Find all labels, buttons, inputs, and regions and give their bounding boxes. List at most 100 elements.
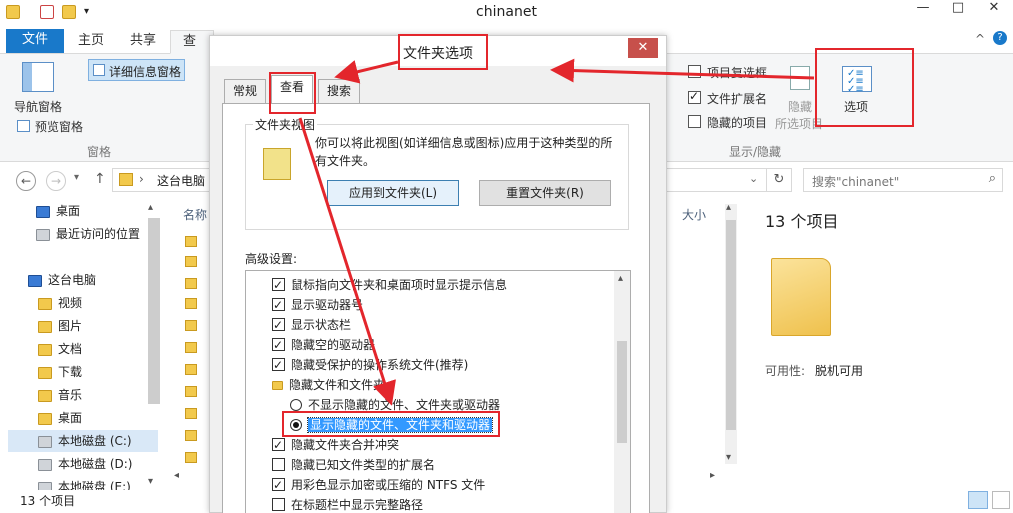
scroll-left-icon[interactable]: ◂ [174, 470, 179, 481]
window-title: chinanet [476, 4, 537, 20]
scroll-up-icon[interactable]: ▴ [726, 202, 731, 213]
hidden-items-checkbox[interactable] [688, 115, 701, 128]
nav-item-videos[interactable]: 视频 [38, 292, 82, 314]
file-list-scrollbar[interactable]: ▴ ▾ [725, 202, 737, 464]
nav-label: 桌面 [56, 204, 81, 218]
nav-label: 这台电脑 [48, 273, 97, 287]
nav-item-this-pc[interactable]: 这台电脑 [28, 269, 96, 291]
nav-item-pictures[interactable]: 图片 [38, 315, 82, 337]
column-header-name[interactable]: 名称 [183, 206, 207, 223]
nav-label: 音乐 [58, 388, 83, 402]
folder-icon [119, 173, 133, 186]
setting-label: 隐藏空的驱动器 [291, 338, 376, 352]
scroll-up-icon[interactable]: ▴ [618, 273, 623, 284]
setting-checkbox[interactable] [272, 458, 285, 471]
scroll-right-icon[interactable]: ▸ [710, 470, 715, 481]
status-item-count: 13 个项目 [20, 494, 76, 508]
scroll-down-icon[interactable]: ▾ [726, 452, 731, 463]
reset-folders-button[interactable]: 重置文件夹(R) [479, 180, 611, 206]
setting-checkbox[interactable] [272, 275, 285, 295]
preview-pane-button[interactable]: 预览窗格 [35, 118, 83, 135]
scroll-down-icon[interactable]: ▾ [148, 476, 153, 487]
nav-item-drive-d[interactable]: 本地磁盘 (D:) [38, 453, 132, 475]
scroll-up-icon[interactable]: ▴ [148, 202, 153, 213]
folder-icon [185, 342, 197, 353]
folder-icon [38, 389, 52, 402]
search-input[interactable]: 搜索"chinanet" ⌕ [803, 168, 1003, 192]
nav-item-desktop-2[interactable]: 桌面 [38, 407, 82, 429]
setting-label: 用彩色显示加密或压缩的 NTFS 文件 [291, 478, 486, 492]
forward-button[interactable]: → [46, 171, 66, 191]
nav-item-drive-c[interactable]: 本地磁盘 (C:) [8, 430, 158, 452]
search-placeholder: 搜索"chinanet" [812, 175, 900, 189]
navigation-pane-button[interactable]: 导航窗格 [14, 98, 62, 115]
tab-file[interactable]: 文件 [6, 29, 64, 53]
hide-selected-label-1[interactable]: 隐藏 [788, 98, 812, 115]
nav-item-documents[interactable]: 文档 [38, 338, 82, 360]
file-list-scrollbar-thumb[interactable] [726, 220, 736, 430]
setting-hide-merge-conflicts[interactable]: 隐藏文件夹合并冲突 [272, 435, 399, 455]
file-extensions-checkbox[interactable] [688, 89, 701, 104]
back-button[interactable]: ← [16, 171, 36, 191]
advanced-scrollbar-thumb[interactable] [617, 341, 627, 443]
setting-checkbox[interactable] [272, 295, 285, 315]
folder-icon [185, 236, 197, 247]
setting-radio[interactable] [290, 398, 302, 411]
maximize-button[interactable]: □ [940, 0, 976, 22]
help-icon[interactable]: ? [993, 31, 1007, 45]
setting-color-ntfs[interactable]: 用彩色显示加密或压缩的 NTFS 文件 [272, 475, 485, 495]
nav-item-recent[interactable]: 最近访问的位置 [36, 223, 140, 245]
setting-show-popup[interactable]: 鼠标指向文件夹和桌面项时显示提示信息 [272, 275, 507, 295]
collapse-ribbon-icon[interactable]: ^ [975, 32, 985, 46]
apply-to-folders-button[interactable]: 应用到文件夹(L) [327, 180, 459, 206]
setting-checkbox[interactable] [272, 498, 285, 511]
nav-item-music[interactable]: 音乐 [38, 384, 82, 406]
setting-checkbox[interactable] [272, 335, 285, 355]
details-view-icon[interactable] [968, 491, 988, 509]
refresh-button[interactable]: ↻ [766, 168, 792, 192]
setting-hide-empty-drives[interactable]: 隐藏空的驱动器 [272, 335, 375, 355]
large-icons-view-icon[interactable] [992, 491, 1010, 509]
up-button[interactable]: ↑ [94, 171, 106, 187]
address-dropdown-icon[interactable]: ⌄ [749, 172, 758, 185]
large-folder-icon [771, 258, 831, 336]
nav-scrollbar-thumb[interactable] [148, 218, 160, 404]
folder-view-icon [263, 148, 291, 180]
close-button[interactable]: ✕ [976, 0, 1012, 22]
dialog-close-button[interactable]: ✕ [628, 38, 658, 58]
file-extensions-label: 文件扩展名 [707, 92, 768, 106]
availability-value: 脱机可用 [815, 364, 864, 378]
column-header-size[interactable]: 大小 [682, 206, 706, 223]
setting-drive-letters[interactable]: 显示驱动器号 [272, 295, 363, 315]
search-icon[interactable]: ⌕ [989, 171, 996, 186]
setting-checkbox[interactable] [272, 475, 285, 495]
nav-item-desktop[interactable]: 桌面 [36, 200, 80, 222]
annotation-box-dialog-title [398, 34, 488, 70]
setting-checkbox[interactable] [272, 355, 285, 375]
breadcrumb-chevron-icon[interactable]: › [139, 172, 144, 186]
nav-item-drive-e[interactable]: 本地磁盘 (E:) [38, 476, 131, 490]
advanced-scrollbar[interactable]: ▴ [614, 271, 630, 513]
dialog-tab-general[interactable]: 常规 [224, 79, 267, 103]
advanced-settings-list[interactable]: 鼠标指向文件夹和桌面项时显示提示信息 显示驱动器号 显示状态栏 隐藏空的驱动器 … [245, 270, 631, 513]
setting-checkbox[interactable] [272, 435, 285, 455]
minimize-button[interactable]: — [905, 0, 941, 22]
tab-view[interactable]: 查看 [170, 30, 214, 71]
tab-share[interactable]: 共享 [118, 30, 168, 54]
recent-locations-chevron-icon[interactable]: ▾ [74, 172, 79, 183]
breadcrumb[interactable]: 这台电脑 [157, 172, 205, 189]
folder-icon [185, 430, 197, 441]
navigation-pane: 桌面 最近访问的位置 这台电脑 视频 图片 文档 下载 音乐 桌面 本地磁盘 (… [0, 200, 165, 490]
setting-checkbox[interactable] [272, 315, 285, 335]
setting-full-path-title[interactable]: 在标题栏中显示完整路径 [272, 495, 423, 513]
tab-home[interactable]: 主页 [66, 30, 116, 54]
recent-icon [36, 228, 50, 241]
setting-hide-protected-os[interactable]: 隐藏受保护的操作系统文件(推荐) [272, 355, 468, 375]
nav-item-downloads[interactable]: 下载 [38, 361, 82, 383]
item-checkboxes-checkbox[interactable] [688, 65, 701, 78]
dialog-tab-search[interactable]: 搜索 [318, 79, 361, 103]
details-pane-button[interactable]: 详细信息窗格 [88, 59, 185, 81]
setting-hide-extensions[interactable]: 隐藏已知文件类型的扩展名 [272, 455, 435, 475]
setting-label: 在标题栏中显示完整路径 [291, 498, 424, 512]
setting-status-bar[interactable]: 显示状态栏 [272, 315, 351, 335]
